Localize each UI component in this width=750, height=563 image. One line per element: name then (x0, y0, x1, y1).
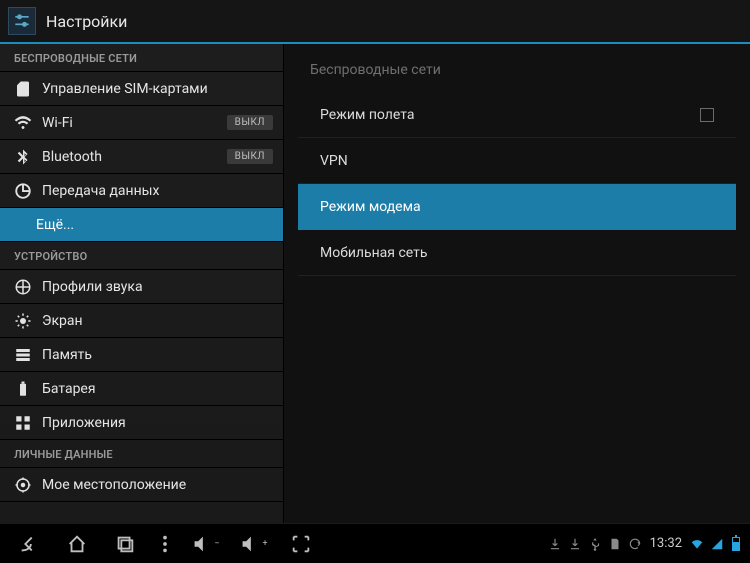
screenshot-button[interactable] (278, 528, 324, 560)
usb-icon (587, 537, 603, 551)
detail-pane: Беспроводные сети Режим полета VPN Режим… (284, 44, 750, 523)
status-tray[interactable]: 13:32 (546, 536, 744, 551)
nav-left: − + (6, 528, 324, 560)
pane-item-label: Мобильная сеть (320, 245, 427, 261)
pane-item-label: VPN (320, 153, 348, 169)
status-clock: 13:32 (646, 536, 686, 551)
home-button[interactable] (54, 528, 100, 560)
pane-item-vpn[interactable]: VPN (298, 138, 736, 184)
pane-item-mobile[interactable]: Мобильная сеть (298, 230, 736, 276)
sidebar-item-label: Bluetooth (42, 149, 217, 165)
bluetooth-icon (14, 148, 32, 166)
battery-icon (14, 380, 32, 398)
cell-signal-icon (709, 537, 725, 551)
download-icon (547, 537, 563, 551)
sidebar-item-label: Wi-Fi (42, 115, 217, 131)
sidebar-item-label: Управление SIM-картами (42, 81, 273, 97)
title-bar: Настройки (0, 0, 750, 44)
section-header-personal: ЛИЧНЫЕ ДАННЫЕ (0, 440, 283, 468)
sidebar-item-label: Приложения (42, 415, 273, 431)
sidebar-item-wifi[interactable]: Wi-Fi ВЫКЛ (0, 106, 283, 140)
location-icon (14, 476, 32, 494)
pane-item-airplane[interactable]: Режим полета (298, 92, 736, 138)
settings-app-icon (8, 7, 36, 35)
apps-icon (14, 414, 32, 432)
sidebar-item-label: Память (42, 347, 273, 363)
main-area: БЕСПРОВОДНЫЕ СЕТИ Управление SIM-картами… (0, 44, 750, 523)
back-button[interactable] (6, 528, 52, 560)
sidebar-item-label: Мое местоположение (42, 477, 273, 493)
sidebar-item-data[interactable]: Передача данных (0, 174, 283, 208)
page-title: Настройки (46, 12, 127, 31)
sidebar-item-location[interactable]: Мое местоположение (0, 468, 283, 502)
battery-status-icon (732, 537, 740, 551)
sidebar-item-label: Батарея (42, 381, 273, 397)
recent-apps-button[interactable] (102, 528, 148, 560)
bluetooth-toggle[interactable]: ВЫКЛ (227, 149, 273, 164)
wifi-toggle[interactable]: ВЫКЛ (227, 115, 273, 130)
download-icon (567, 537, 583, 551)
settings-sidebar: БЕСПРОВОДНЫЕ СЕТИ Управление SIM-картами… (0, 44, 284, 523)
pane-item-label: Режим модема (320, 199, 421, 215)
display-icon (14, 312, 32, 330)
sidebar-item-label: Профили звука (42, 279, 273, 295)
sidebar-item-battery[interactable]: Батарея (0, 372, 283, 406)
sd-icon (607, 537, 623, 551)
volume-up-button[interactable]: + (230, 528, 276, 560)
sidebar-item-label: Передача данных (42, 183, 273, 199)
sidebar-item-bluetooth[interactable]: Bluetooth ВЫКЛ (0, 140, 283, 174)
storage-icon (14, 346, 32, 364)
sidebar-item-more[interactable]: Ещё... (0, 208, 283, 242)
sidebar-item-label: Экран (42, 313, 273, 329)
wifi-icon (14, 114, 32, 132)
sidebar-item-label: Ещё... (36, 217, 273, 233)
screen: Настройки БЕСПРОВОДНЫЕ СЕТИ Управление S… (0, 0, 750, 563)
sidebar-item-sound[interactable]: Профили звука (0, 270, 283, 304)
sound-icon (14, 278, 32, 296)
pane-header: Беспроводные сети (284, 44, 750, 86)
system-navbar: − + 13:32 (0, 523, 750, 563)
sim-icon (14, 80, 32, 98)
airplane-checkbox[interactable] (700, 108, 714, 122)
pane-item-label: Режим полета (320, 107, 414, 123)
section-header-wireless: БЕСПРОВОДНЫЕ СЕТИ (0, 44, 283, 72)
sidebar-item-apps[interactable]: Приложения (0, 406, 283, 440)
volume-down-button[interactable]: − (182, 528, 228, 560)
data-usage-icon (14, 182, 32, 200)
sidebar-item-sim[interactable]: Управление SIM-картами (0, 72, 283, 106)
sidebar-item-storage[interactable]: Память (0, 338, 283, 372)
pane-list: Режим полета VPN Режим модема Мобильная … (298, 92, 736, 276)
pane-item-tether[interactable]: Режим модема (298, 184, 736, 230)
wifi-status-icon (689, 537, 705, 551)
menu-button[interactable] (150, 528, 180, 560)
sync-icon (627, 537, 643, 551)
section-header-device: УСТРОЙСТВО (0, 242, 283, 270)
sidebar-item-display[interactable]: Экран (0, 304, 283, 338)
